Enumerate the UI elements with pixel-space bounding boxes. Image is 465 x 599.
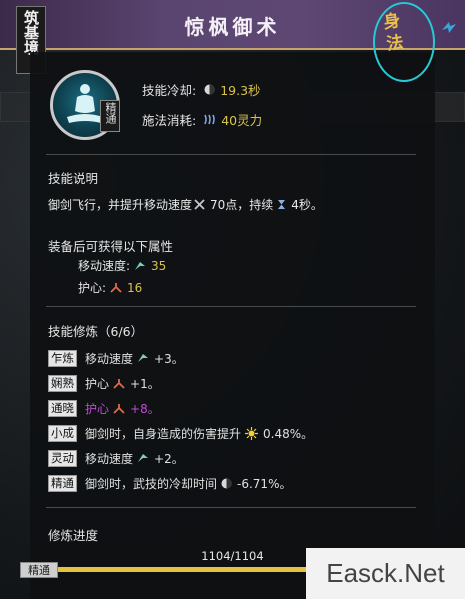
spirit-energy-icon [204, 114, 216, 125]
training-value-wrap: +2。 [137, 450, 184, 467]
training-value: +3。 [154, 351, 184, 366]
cooldown-label: 技能冷却: [142, 83, 197, 98]
cooldown-value-wrap: 19.3秒 [204, 80, 261, 99]
realm-text: 筑基境 [22, 10, 40, 55]
training-text: 护心 [85, 376, 110, 391]
watermark: Easck.Net [306, 548, 465, 599]
attr-value-wrap: 35 [134, 259, 166, 273]
heart-guard-icon [113, 378, 125, 389]
training-text: 御剑时，武技的冷却时间 [85, 476, 218, 491]
hourglass-icon [278, 200, 286, 209]
equip-attr-heart: 护心: 16 [78, 279, 142, 296]
skill-level-text: 精通 [104, 102, 117, 124]
description-text: 御剑飞行，并提升移动速度 70点，持续 4秒。 [48, 196, 325, 213]
cost-label: 施法消耗: [142, 113, 197, 128]
training-value-wrap: +1。 [113, 375, 160, 392]
training-tag: 通晓 [48, 399, 77, 417]
speed-icon [138, 454, 149, 462]
skill-level-tag: 精通 [100, 100, 120, 132]
training-tag: 灵动 [48, 449, 77, 467]
training-tag: 乍炼 [48, 349, 77, 367]
attr-value-wrap: 16 [110, 281, 142, 295]
duration-value: 4秒。 [291, 198, 323, 212]
training-value: +2。 [154, 451, 184, 466]
attr-label: 移动速度: [78, 259, 131, 273]
training-value: +1。 [130, 376, 160, 391]
training-row: 通晓 护心 +8。 [48, 399, 160, 417]
equip-attr-speed: 移动速度: 35 [78, 257, 166, 274]
training-value-wrap: +8。 [113, 400, 160, 417]
cost-value: 40灵力 [221, 113, 263, 128]
description-main: 御剑飞行，并提升移动速度 [48, 198, 193, 212]
training-value-wrap: 0.48%。 [245, 425, 313, 442]
cost-row: 施法消耗: 40灵力 [142, 110, 262, 129]
attr-value: 16 [127, 280, 143, 295]
moon-icon [204, 84, 215, 95]
training-tag: 小成 [48, 424, 77, 442]
training-row: 小成 御剑时，自身造成的伤害提升 0.48%。 [48, 424, 313, 442]
training-text: 移动速度 [85, 451, 134, 466]
speed-icon [138, 354, 149, 362]
sun-burst-icon [245, 426, 259, 440]
training-title: 技能修炼（6/6） [48, 324, 144, 339]
training-row: 乍炼 移动速度 +3。 [48, 349, 184, 367]
heart-guard-icon [110, 283, 122, 293]
training-text: 护心 [85, 401, 110, 416]
attr-label: 护心: [78, 281, 107, 295]
training-text: 移动速度 [85, 351, 134, 366]
attr-value: 35 [151, 258, 167, 273]
progress-label: 修炼进度 [48, 528, 99, 543]
training-row: 娴熟 护心 +1。 [48, 374, 160, 392]
training-value-wrap: +3。 [137, 350, 184, 367]
speed-highlight: 70点，持续 [194, 196, 273, 213]
equip-title: 装备后可获得以下属性 [48, 239, 174, 254]
cooldown-row: 技能冷却: 19.3秒 [142, 80, 261, 99]
moon-icon [221, 478, 232, 488]
divider [46, 306, 416, 307]
training-text: 御剑时，自身造成的伤害提升 [85, 426, 242, 441]
description-title: 技能说明 [48, 171, 99, 186]
training-row: 灵动 移动速度 +2。 [48, 449, 184, 467]
divider [46, 507, 416, 508]
cooldown-value: 19.3秒 [220, 83, 261, 98]
share-icon[interactable] [440, 20, 458, 34]
training-tag: 娴熟 [48, 374, 77, 392]
training-row: 精通 御剑时，武技的冷却时间 -6.71%。 [48, 474, 291, 492]
training-value: 0.48%。 [263, 426, 314, 441]
training-tag: 精通 [48, 474, 77, 492]
progress-tag: 精通 [20, 562, 58, 578]
training-value: -6.71%。 [237, 476, 292, 491]
heart-guard-icon [113, 403, 125, 414]
training-value-wrap: -6.71%。 [221, 475, 291, 492]
divider [46, 154, 416, 155]
skill-category: 身法 [382, 10, 405, 55]
speed-value: 70点，持续 [210, 198, 274, 212]
cost-value-wrap: 40灵力 [204, 110, 262, 129]
cross-arrows-icon [194, 199, 205, 210]
training-value: +8。 [130, 401, 160, 416]
speed-icon [135, 261, 146, 270]
duration-highlight: 4秒。 [277, 196, 323, 213]
